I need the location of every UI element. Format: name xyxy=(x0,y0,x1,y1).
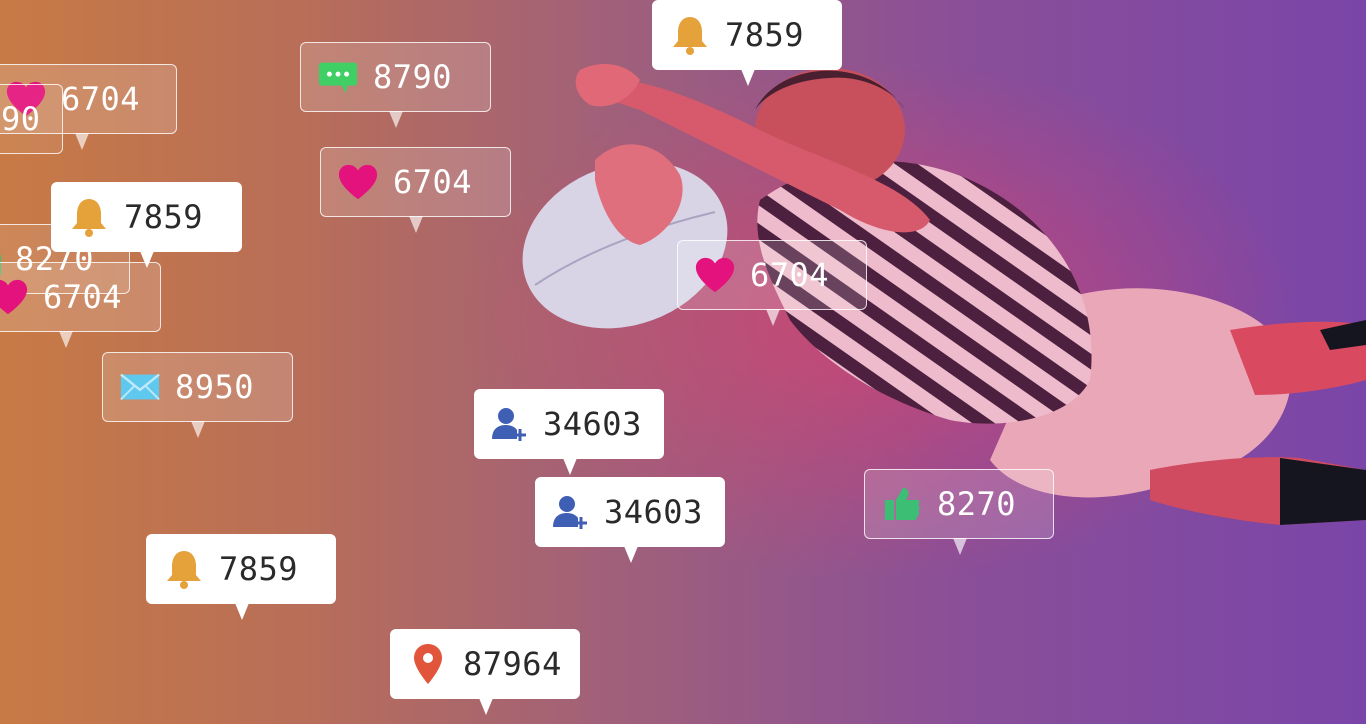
bubble-tail xyxy=(191,421,205,438)
bubble-tail xyxy=(741,69,755,86)
bubble-tail xyxy=(563,458,577,475)
notification-count: 7859 xyxy=(725,16,805,54)
notification-bubble: 7859 xyxy=(51,182,242,268)
notification-count: 87964 xyxy=(463,645,562,683)
heart-icon xyxy=(337,161,379,203)
bubble-tail xyxy=(59,331,73,348)
bubble-tail xyxy=(235,603,249,620)
mail-icon xyxy=(119,366,161,408)
heart-icon xyxy=(694,254,736,296)
location-pin-icon xyxy=(407,643,449,685)
notification-bubble: 87964 xyxy=(390,629,580,715)
notification-bubble: 34603 xyxy=(535,477,725,563)
notification-count: 6704 xyxy=(43,278,123,316)
notification-bubble: 34603 xyxy=(474,389,664,475)
notification-bubble: 6704 xyxy=(0,262,161,348)
bubble-tail xyxy=(75,133,89,150)
bubble-tail xyxy=(389,111,403,128)
notification-count: 6704 xyxy=(393,163,473,201)
notification-bubble: 7859 xyxy=(652,0,842,86)
notification-bubble: 8270 xyxy=(864,469,1054,555)
thumbs-up-icon xyxy=(881,483,923,525)
bubble-tail xyxy=(479,698,493,715)
notification-bubble: 8790 xyxy=(300,42,491,128)
notification-count: 8790 xyxy=(373,58,453,96)
notification-bubble: 7859 xyxy=(146,534,336,620)
notification-count: 6704 xyxy=(61,80,141,118)
bubble-tail xyxy=(953,538,967,555)
partial-notification-bubble: 90 xyxy=(0,84,63,154)
add-user-icon xyxy=(491,403,529,445)
partial-notification-count: 90 xyxy=(1,100,41,138)
bubble-tail xyxy=(766,309,780,326)
heart-icon xyxy=(0,276,29,318)
add-user-icon xyxy=(552,491,590,533)
notification-count: 8270 xyxy=(937,485,1017,523)
notification-count: 6704 xyxy=(750,256,830,294)
bubble-tail xyxy=(409,216,423,233)
comment-icon xyxy=(317,56,359,98)
bell-icon xyxy=(68,196,110,238)
notification-count: 7859 xyxy=(219,550,299,588)
notification-count: 34603 xyxy=(604,493,703,531)
bubble-tail xyxy=(624,546,638,563)
notification-bubble: 6704 xyxy=(677,240,867,326)
notification-bubble: 8950 xyxy=(102,352,293,438)
bell-icon xyxy=(163,548,205,590)
notification-count: 34603 xyxy=(543,405,642,443)
notification-bubble: 6704 xyxy=(320,147,511,233)
bell-icon xyxy=(669,14,711,56)
notification-count: 8950 xyxy=(175,368,255,406)
notification-count: 7859 xyxy=(124,198,204,236)
